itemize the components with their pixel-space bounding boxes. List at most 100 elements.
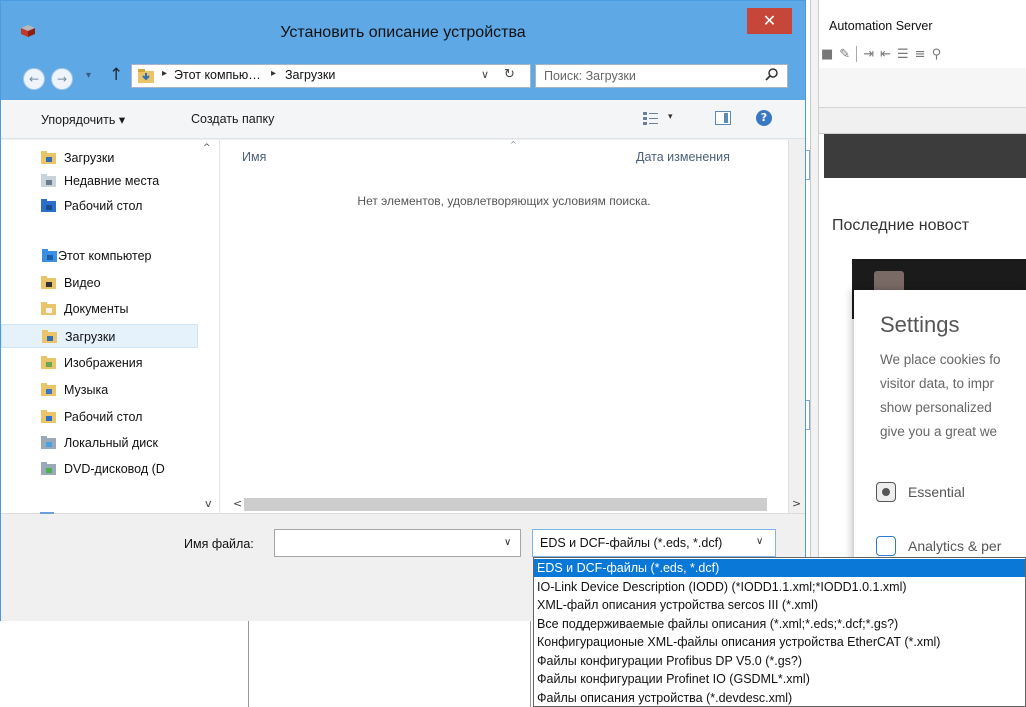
desktop-folder-icon: [41, 410, 56, 423]
app-title: Automation Server: [829, 19, 933, 33]
nav-item[interactable]: Видео: [1, 271, 198, 295]
scroll-right-button[interactable]: >: [792, 497, 801, 510]
videos-folder-icon: [41, 276, 56, 289]
nav-item[interactable]: Изображения: [1, 351, 198, 375]
app-tabstrip: [819, 108, 1026, 134]
file-type-option[interactable]: XML-файл описания устройства sercos III …: [534, 596, 1025, 614]
file-type-option[interactable]: Файлы описания устройства (*.devdesc.xml…: [534, 689, 1025, 707]
file-type-option[interactable]: IO-Link Device Description (IODD) (*IODD…: [534, 578, 1025, 596]
file-type-dropdown-button[interactable]: ∨: [756, 536, 763, 547]
toolbar-indent-icon[interactable]: ⇥: [863, 47, 874, 62]
column-header-name[interactable]: Имя: [242, 150, 266, 164]
sort-ascending-icon: ^: [510, 140, 517, 149]
cookie-option-analytics[interactable]: Analytics & per: [876, 536, 1001, 556]
nav-item[interactable]: Документы: [1, 297, 198, 321]
organize-button[interactable]: Упорядочить ▾: [41, 112, 125, 127]
toolbar-list-icon[interactable]: ☰: [897, 47, 909, 62]
file-open-dialog: Установить описание устройства ✕ ← → ▾ ↑…: [0, 0, 806, 621]
recent-locations-button[interactable]: ▾: [86, 70, 91, 81]
nav-item-label: Рабочий стол: [64, 199, 143, 213]
filename-input[interactable]: [274, 529, 521, 557]
nav-item[interactable]: Рабочий стол: [1, 194, 198, 218]
column-header-date[interactable]: Дата изменения: [636, 150, 730, 164]
nav-item[interactable]: Локальный диск: [1, 431, 198, 455]
nav-item[interactable]: Рабочий стол: [1, 405, 198, 429]
nav-item[interactable]: Музыка: [1, 378, 198, 402]
cookie-option-label: Essential: [908, 484, 965, 500]
toolbar-square-icon[interactable]: ■: [821, 47, 833, 62]
help-icon[interactable]: ?: [756, 110, 772, 126]
filename-dropdown-button[interactable]: ∨: [504, 537, 511, 548]
file-list[interactable]: Нет элементов, удовлетворяющих условиям …: [220, 140, 788, 513]
downloads-folder-icon: [42, 330, 57, 343]
up-button[interactable]: ↑: [109, 65, 123, 85]
breadcrumb-separator[interactable]: ▸: [162, 68, 167, 79]
list-column-headers: ^ Имя Дата изменения: [220, 140, 788, 172]
nav-pane-overflow-indicator: [40, 512, 54, 514]
breadcrumb-downloads[interactable]: Загрузки: [285, 68, 335, 82]
toolbar-tools-icon[interactable]: ✎: [839, 47, 850, 62]
breadcrumb-separator[interactable]: ▸: [271, 68, 276, 79]
nav-item-label: Музыка: [64, 383, 109, 397]
downloads-folder-icon: [41, 151, 56, 164]
search-icon[interactable]: [764, 67, 780, 83]
file-type-select[interactable]: EDS и DCF-файлы (*.eds, *.dcf) ∨: [532, 529, 776, 557]
computer-icon: [42, 249, 57, 262]
dialog-titlebar[interactable]: Установить описание устройства ✕: [1, 1, 805, 58]
analytics-checkbox[interactable]: [876, 536, 896, 556]
nav-scroll-down-button[interactable]: v: [205, 497, 212, 510]
horizontal-scrollbar-thumb[interactable]: [244, 498, 767, 511]
forward-button[interactable]: →: [51, 68, 73, 90]
view-dropdown-button[interactable]: ▾: [668, 112, 673, 122]
nav-item[interactable]: Загрузки: [1, 146, 198, 170]
nav-item[interactable]: Недавние места: [1, 169, 198, 193]
empty-list-message: Нет элементов, удовлетворяющих условиям …: [357, 194, 651, 208]
file-type-option[interactable]: Файлы конфигурации Profinet IO (GSDML*.x…: [534, 670, 1025, 688]
nav-item-label: Изображения: [64, 356, 143, 370]
navigation-pane: Загрузки Недавние места Рабочий стол Этот к…: [1, 140, 220, 513]
file-type-option[interactable]: Все поддерживаемые файлы описания (*.xml…: [534, 615, 1025, 633]
address-dropdown-button[interactable]: ∨: [481, 68, 489, 81]
search-input[interactable]: Поиск: Загрузки: [535, 64, 788, 88]
nav-item-label: Загрузки: [65, 330, 116, 344]
background-panel-divider: [248, 620, 249, 707]
breadcrumb-this-pc[interactable]: Этот компью…: [174, 68, 261, 82]
app-toolbar: ■ ✎ ⇥ ⇤ ☰ ≡ ⚲: [819, 40, 1026, 68]
dialog-title: Установить описание устройства: [280, 24, 526, 41]
toolbar-insert-icon[interactable]: ≡: [915, 47, 926, 62]
preview-pane-icon[interactable]: [715, 111, 731, 125]
toolbar-outdent-icon[interactable]: ⇤: [880, 47, 891, 62]
view-options-icon[interactable]: [643, 111, 659, 125]
close-button[interactable]: ✕: [747, 8, 792, 34]
desktop-icon: [41, 199, 56, 212]
documents-folder-icon: [41, 302, 56, 315]
filename-label: Имя файла:: [184, 537, 254, 551]
file-type-selected-value: EDS и DCF-файлы (*.eds, *.dcf): [540, 536, 723, 550]
music-folder-icon: [41, 383, 56, 396]
nav-item-label: DVD-дисковод (D: [64, 462, 165, 476]
file-type-option[interactable]: Конфигурационые XML-файлы описания устро…: [534, 633, 1025, 651]
cookie-option-essential[interactable]: Essential: [876, 482, 965, 502]
background-field-edge: [806, 150, 810, 180]
refresh-icon[interactable]: ↻: [504, 67, 515, 82]
back-button[interactable]: ←: [23, 68, 45, 90]
scroll-left-button[interactable]: <: [233, 497, 242, 510]
nav-item[interactable]: Этот компьютер: [1, 244, 198, 268]
essential-checkbox[interactable]: [876, 482, 896, 502]
vertical-scrollbar[interactable]: [788, 140, 805, 513]
new-folder-button[interactable]: Создать папку: [191, 112, 274, 126]
dvd-drive-icon: [41, 462, 56, 475]
downloads-folder-icon: [138, 69, 154, 83]
cookie-text-line: show personalized: [880, 400, 992, 415]
address-bar[interactable]: ▸ Этот компью… ▸ Загрузки ∨ ↻: [131, 64, 531, 88]
file-type-dropdown-list: EDS и DCF-файлы (*.eds, *.dcf) IO-Link De…: [533, 557, 1026, 707]
toolbar-wizard-icon[interactable]: ⚲: [932, 47, 942, 62]
news-heading: Последние новост: [832, 217, 970, 234]
file-type-option[interactable]: EDS и DCF-файлы (*.eds, *.dcf): [534, 559, 1025, 577]
nav-item[interactable]: DVD-дисковод (D: [1, 457, 198, 481]
cookie-settings-title: Settings: [880, 312, 960, 337]
nav-item-label: Рабочий стол: [64, 410, 143, 424]
nav-item[interactable]: Загрузки: [1, 324, 198, 348]
file-type-option[interactable]: Файлы конфигурации Profibus DP V5.0 (*.g…: [534, 652, 1025, 670]
nav-scroll-up-button[interactable]: ^: [203, 143, 211, 153]
